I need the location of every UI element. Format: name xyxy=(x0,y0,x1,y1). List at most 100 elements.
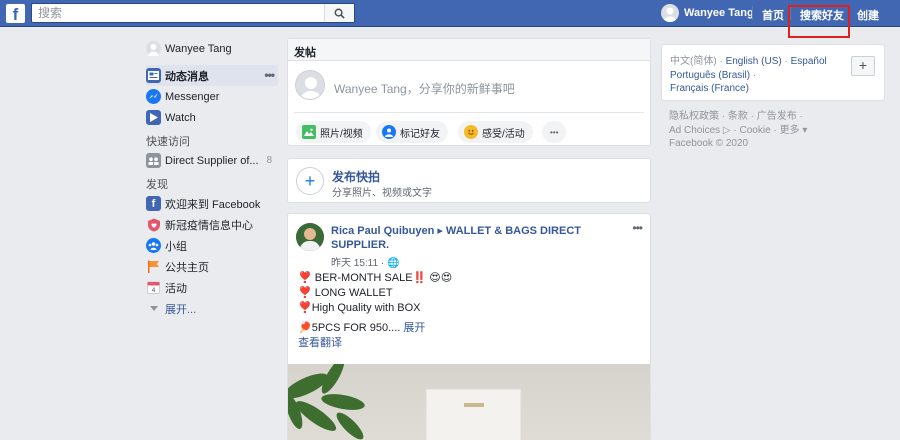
footer-links: 隐私权政策 · 条款 · 广告发布 · Ad Choices ▷ · Cooki… xyxy=(669,111,808,149)
divider xyxy=(294,112,644,113)
divider xyxy=(752,6,753,20)
nav-more-label: 展开... xyxy=(165,303,197,316)
tag-friends-icon xyxy=(382,125,396,139)
post-text-line: ❣️ LONG WALLET xyxy=(298,287,393,299)
plus-icon[interactable]: + xyxy=(296,167,324,195)
footer-link[interactable]: 更多 xyxy=(780,125,800,136)
nav-item-label: 活动 xyxy=(165,282,187,295)
nav-item-label: Watch xyxy=(165,111,196,124)
footer-link[interactable]: 条款 xyxy=(728,111,748,122)
language-link[interactable]: English (US) xyxy=(726,56,782,67)
language-list: 中文(简体) · English (US) · Español Portuguê… xyxy=(670,56,827,94)
add-language-button[interactable]: + xyxy=(851,56,875,76)
nav-profile[interactable]: Wanyee Tang xyxy=(146,38,278,59)
feeling-activity-label: 感受/活动 xyxy=(482,128,525,140)
nav-count-badge: 8 xyxy=(266,155,272,166)
nav-profile-label: Wanyee Tang xyxy=(165,42,232,55)
create-link[interactable]: 创建 xyxy=(857,7,879,23)
more-options-button[interactable]: ••• xyxy=(542,121,567,143)
more-options-icon[interactable]: ••• xyxy=(264,68,275,82)
nav-item-label: 小组 xyxy=(165,240,187,253)
shortcuts-heading: 快速访问 xyxy=(146,136,190,148)
left-nav: Wanyee Tang 动态消息 ••• Messenger Watch 快速访… xyxy=(146,38,278,319)
nav-item-label: Messenger xyxy=(165,90,220,103)
post-text-line: ❣️ BER-MONTH SALE‼️ 😍😍 xyxy=(298,272,453,284)
watch-icon xyxy=(146,110,161,125)
feed-post: Rica Paul Quibuyen ▸ WALLET & BAGS DIREC… xyxy=(287,213,651,440)
search-icon xyxy=(334,8,345,19)
nav-item-label: 欢迎来到 Facebook xyxy=(165,198,261,211)
top-bar: f Wanyee Tang 首页 搜索好友 创建 xyxy=(0,0,900,27)
nav-item-label: 公共主页 xyxy=(165,261,209,274)
calendar-icon: 4 xyxy=(146,280,161,295)
post-text-line: ❣️High Quality with BOX xyxy=(298,302,421,314)
nav-item-events[interactable]: 4 活动 xyxy=(146,277,278,298)
nav-item-messenger[interactable]: Messenger xyxy=(146,86,278,107)
search-box[interactable] xyxy=(31,3,355,23)
story-subtitle: 分享照片、视频或文字 xyxy=(332,188,432,199)
nav-item-watch[interactable]: Watch xyxy=(146,107,278,128)
post-text: 🏓5PCS FOR 950.... xyxy=(298,322,401,334)
language-current: 中文(简体) xyxy=(670,56,717,67)
post-image[interactable] xyxy=(288,364,650,440)
facebook-icon: f xyxy=(146,196,161,211)
photo-icon xyxy=(302,125,316,139)
copyright: Facebook © 2020 xyxy=(669,138,749,149)
composer-input[interactable]: Wanyee Tang，分享你的新鲜事吧 xyxy=(334,80,515,97)
footer-link[interactable]: 广告发布 xyxy=(757,111,797,122)
explore-heading: 发现 xyxy=(146,179,168,191)
chevron-down-icon xyxy=(146,301,161,316)
nav-item-news-feed[interactable]: 动态消息 ••• xyxy=(146,65,278,86)
footer-link[interactable]: Cookie xyxy=(740,125,771,136)
nav-item-covid-center[interactable]: 新冠疫情信息中心 xyxy=(146,214,278,235)
see-translation-link[interactable]: 查看翻译 xyxy=(298,334,342,350)
avatar xyxy=(146,41,161,56)
nav-more[interactable]: 展开... xyxy=(146,298,278,319)
more-options-icon[interactable]: ••• xyxy=(632,221,643,235)
post-timestamp[interactable]: 昨天 15:11 · 🌐 xyxy=(331,254,399,269)
language-card: 中文(简体) · English (US) · Español Portuguê… xyxy=(661,44,885,101)
language-link[interactable]: Français (France) xyxy=(670,83,749,94)
nav-shortcut-label: Direct Supplier of... xyxy=(165,154,259,167)
nav-shortcut-item[interactable]: Direct Supplier of... 8 xyxy=(146,150,278,171)
story-title: 发布快拍 xyxy=(332,170,381,184)
tag-friends-button[interactable]: 标记好友 xyxy=(376,121,448,143)
nav-item-label: 新冠疫情信息中心 xyxy=(165,219,253,232)
create-story-card[interactable]: + 发布快拍 分享照片、视频或文字 xyxy=(287,158,651,203)
post-composer: 发帖 Wanyee Tang，分享你的新鲜事吧 照片/视频 标记好友 感受/活动… xyxy=(287,38,651,146)
top-user-name[interactable]: Wanyee Tang xyxy=(684,7,754,19)
search-button[interactable] xyxy=(324,4,354,22)
nav-item-groups[interactable]: 小组 xyxy=(146,235,278,256)
tag-friends-label: 标记好友 xyxy=(400,128,440,140)
heart-shield-icon xyxy=(146,217,161,232)
facebook-logo-icon[interactable]: f xyxy=(6,4,25,23)
groups-icon xyxy=(146,238,161,253)
messenger-icon xyxy=(146,89,161,104)
language-link[interactable]: Português (Brasil) xyxy=(670,70,750,81)
news-feed-icon xyxy=(146,68,161,83)
language-link[interactable]: Español xyxy=(791,56,827,67)
nav-item-welcome[interactable]: f 欢迎来到 Facebook xyxy=(146,193,278,214)
home-link[interactable]: 首页 xyxy=(762,7,784,23)
more-options-icon: ••• xyxy=(550,127,559,137)
composer-title: 发帖 xyxy=(288,39,650,61)
footer-link[interactable]: Ad Choices xyxy=(669,125,720,136)
search-input[interactable] xyxy=(32,4,322,22)
feeling-activity-button[interactable]: 感受/活动 xyxy=(458,121,533,143)
nav-item-pages[interactable]: 公共主页 xyxy=(146,256,278,277)
chevron-down-icon: ▾ xyxy=(802,124,808,136)
top-avatar[interactable] xyxy=(661,4,679,22)
post-avatar[interactable] xyxy=(296,223,324,251)
svg-text:4: 4 xyxy=(152,287,156,294)
post-author[interactable]: Rica Paul Quibuyen ▸ WALLET & BAGS DIREC… xyxy=(331,224,591,252)
photo-video-button[interactable]: 照片/视频 xyxy=(296,121,371,143)
ad-choices-icon: ▷ xyxy=(720,124,731,136)
see-more-link[interactable]: 展开 xyxy=(403,322,425,334)
highlight-box xyxy=(788,5,850,38)
avatar xyxy=(295,70,325,100)
flag-icon xyxy=(146,259,161,274)
smiley-icon xyxy=(464,125,478,139)
nav-item-label: 动态消息 xyxy=(165,70,209,83)
group-icon xyxy=(146,153,161,168)
footer-link[interactable]: 隐私权政策 xyxy=(669,111,719,122)
